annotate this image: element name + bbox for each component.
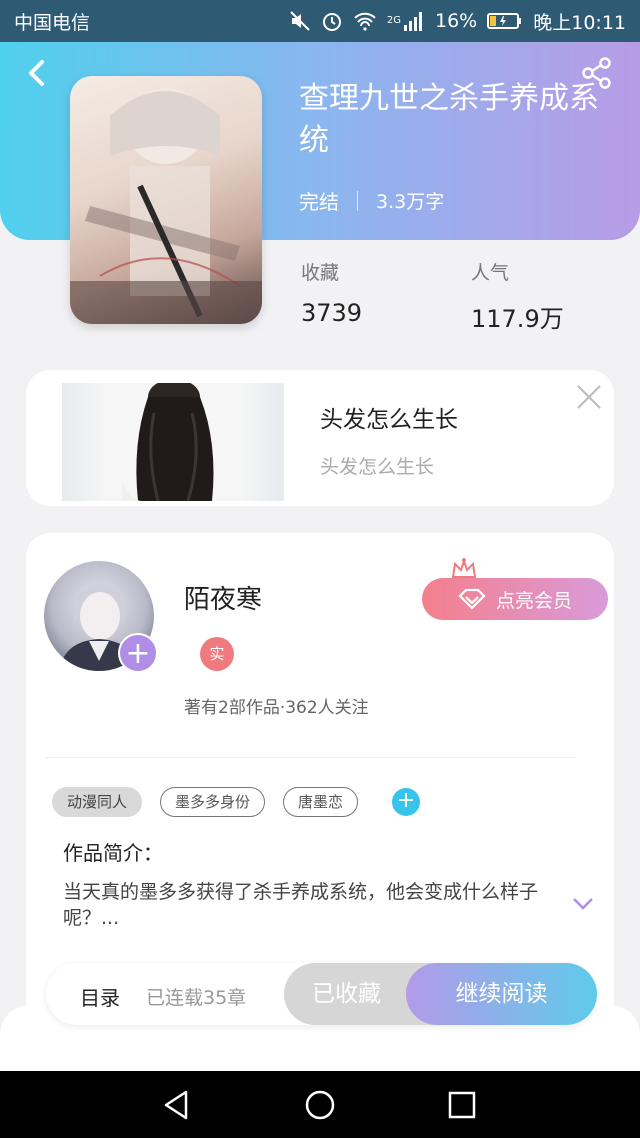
favorites-stat: 收藏 3739: [301, 258, 362, 327]
meta-divider: [357, 190, 358, 211]
nav-home-icon[interactable]: [303, 1088, 337, 1122]
action-bar: 目录 已连载35章 已收藏 继续阅读: [46, 963, 597, 1025]
carrier-name: 中国电信: [14, 11, 91, 34]
popularity-stat: 人气 117.9万: [471, 258, 564, 334]
add-tag-icon[interactable]: +: [392, 788, 421, 816]
ad-hair-illustration: [122, 383, 214, 501]
battery-icon: [487, 13, 522, 29]
nav-recents-icon[interactable]: [445, 1088, 479, 1122]
continue-reading-button[interactable]: 继续阅读: [406, 963, 597, 1025]
cover-illustration: [70, 88, 262, 324]
alarm-icon: [322, 13, 341, 31]
tag-item[interactable]: 动漫同人: [52, 787, 143, 817]
tag-list: 动漫同人 墨多多身份 唐墨恋 +: [52, 787, 421, 817]
nav-back-icon[interactable]: [160, 1088, 194, 1122]
serial-status: 已连载35章: [146, 987, 247, 1009]
network-type: 2G: [386, 14, 401, 26]
mute-icon: [290, 11, 310, 31]
vip-button[interactable]: 点亮会员: [422, 578, 608, 620]
popularity-value: 117.9万: [471, 305, 564, 333]
chevron-down-icon[interactable]: [572, 897, 594, 911]
author-name[interactable]: 陌夜寒: [184, 579, 262, 616]
clock: 晚上10:11: [533, 11, 626, 34]
book-status: 完结: [299, 190, 339, 214]
word-count: 3.3万字: [376, 191, 445, 213]
diamond-icon: [458, 588, 486, 610]
ad-subtitle: 头发怎么生长: [320, 456, 435, 478]
ad-image[interactable]: [62, 383, 284, 501]
battery-percent: 16%: [435, 10, 478, 32]
wifi-icon: [354, 12, 376, 31]
book-meta: 完结 3.3万字: [299, 186, 444, 215]
close-icon[interactable]: [574, 382, 604, 412]
popularity-label: 人气: [471, 262, 510, 284]
book-cover-image: [70, 76, 262, 324]
divider: [46, 757, 576, 758]
ad-title[interactable]: 头发怎么生长: [320, 400, 458, 434]
status-bar: 中国电信 2G 16% 晚上10:11: [0, 0, 640, 42]
system-nav-bar: [0, 1071, 640, 1138]
follow-plus-icon[interactable]: +: [118, 633, 158, 673]
book-title: 查理九世之杀手养成系统: [299, 81, 599, 158]
intro-label: 作品简介：: [63, 841, 163, 865]
favorites-value: 3739: [301, 299, 363, 327]
verified-badge: 实: [200, 637, 234, 671]
intro-text: 当天真的墨多多获得了杀手养成系统，他会变成什么样子呢？...: [63, 881, 539, 929]
signal-icon: [404, 12, 422, 31]
favorites-label: 收藏: [301, 262, 340, 284]
tag-item[interactable]: 唐墨恋: [283, 787, 359, 817]
ad-card[interactable]: 头发怎么生长 头发怎么生长: [26, 370, 614, 506]
author-stats: 著有2部作品·362人关注: [184, 698, 369, 718]
tag-item[interactable]: 墨多多身份: [160, 787, 266, 817]
toc-button[interactable]: 目录: [80, 982, 120, 1011]
vip-button-label: 点亮会员: [495, 589, 572, 612]
back-arrow-icon[interactable]: [22, 56, 52, 90]
